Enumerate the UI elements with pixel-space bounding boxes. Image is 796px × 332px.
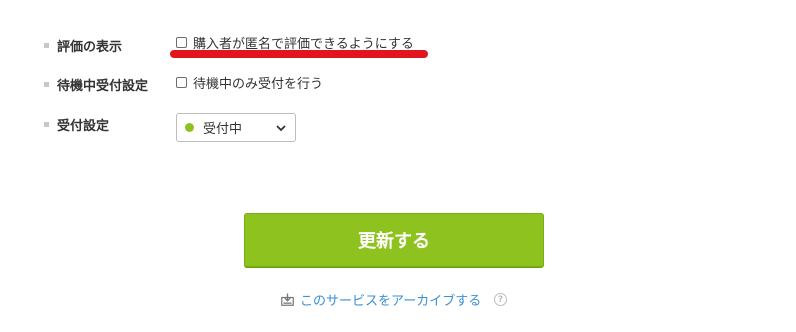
- rating-display-label-text: 評価の表示: [57, 40, 123, 55]
- waiting-only-option-text: 待機中のみ受付を行う: [193, 77, 324, 92]
- waiting-reception-label: 待機中受付設定: [44, 75, 148, 94]
- update-button[interactable]: 更新する: [244, 213, 544, 267]
- reception-label: 受付設定: [44, 115, 109, 134]
- archive-service-link[interactable]: このサービスをアーカイブする: [281, 290, 481, 309]
- anonymous-rating-checkbox[interactable]: [176, 37, 187, 48]
- archive-download-icon: [281, 293, 294, 306]
- reception-status-value: 受付中: [203, 122, 243, 137]
- red-highlight-underline: [170, 50, 428, 58]
- label-bullet: [44, 43, 49, 48]
- archive-service-link-text: このサービスをアーカイブする: [300, 294, 482, 309]
- help-icon-glyph: ?: [497, 294, 504, 305]
- label-bullet: [44, 82, 49, 87]
- rating-display-label: 評価の表示: [44, 36, 122, 55]
- help-icon[interactable]: ?: [494, 293, 507, 306]
- chevron-down-icon: [276, 124, 286, 131]
- waiting-reception-label-text: 待機中受付設定: [57, 79, 149, 94]
- reception-status-select[interactable]: 受付中: [176, 113, 296, 142]
- label-bullet: [44, 122, 49, 127]
- waiting-only-option[interactable]: 待機中のみ受付を行う: [176, 73, 323, 92]
- status-dot-icon: [185, 123, 194, 132]
- update-button-label: 更新する: [358, 231, 430, 252]
- waiting-only-checkbox[interactable]: [176, 77, 187, 88]
- reception-label-text: 受付設定: [57, 119, 110, 134]
